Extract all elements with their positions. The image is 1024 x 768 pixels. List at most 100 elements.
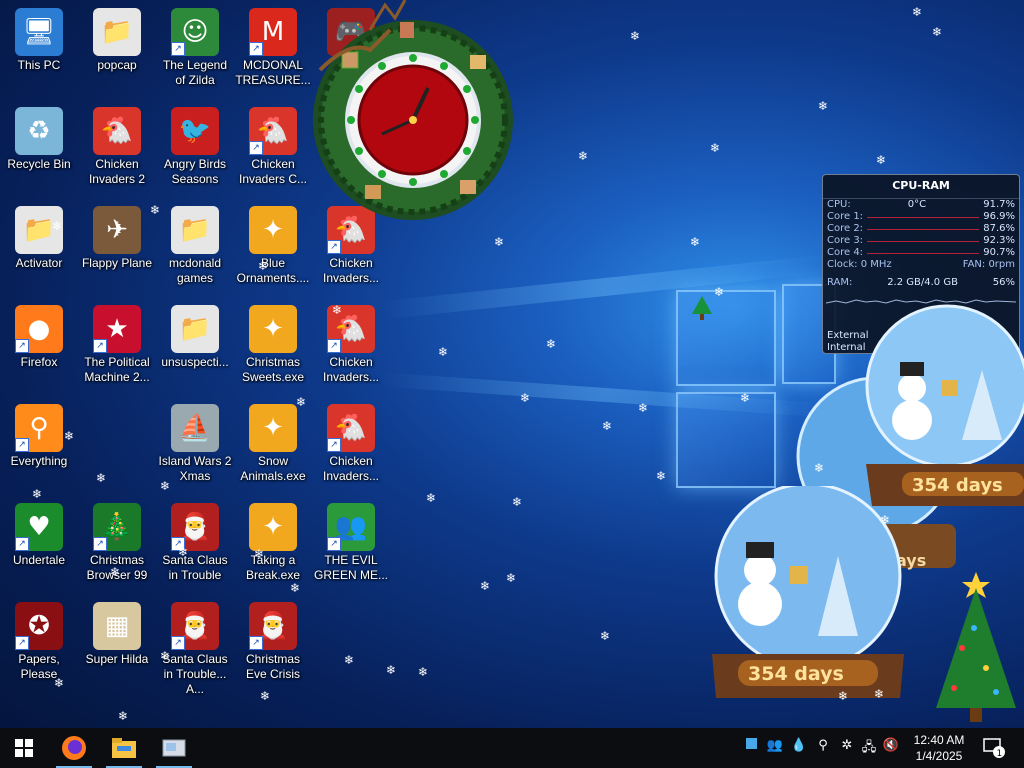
christmas-clock-gadget[interactable] [310, 0, 520, 220]
network-icon[interactable]: 🖧 [860, 738, 878, 758]
desktop-icon[interactable]: ☺ ↗ The Legend of Zilda [156, 4, 234, 98]
desktop-icon[interactable]: 👥 ↗ THE EVIL GREEN ME... [312, 499, 390, 593]
gift-icon [790, 566, 808, 584]
desktop-icon[interactable]: 🖥 This PC [0, 4, 78, 98]
desktop-icon[interactable]: ● ↗ Firefox [0, 301, 78, 395]
cursor-tree-icon [692, 296, 712, 322]
snowflake-icon: ❄ [690, 235, 701, 249]
snow-globe-gadget[interactable]: 354 days [708, 482, 908, 702]
taskbar-time: 12:40 AM [913, 733, 965, 747]
desktop-icon-label: Activator [15, 256, 63, 270]
core-row: Core 2: 87.6% [823, 223, 1019, 235]
core-label: Core 1: [827, 211, 864, 222]
snowflake-icon: ❄ [344, 653, 355, 667]
taskbar-snipping-tool[interactable] [150, 728, 198, 768]
desktop-icon[interactable]: ▦ Super Hilda [78, 598, 156, 692]
volume-muted-icon[interactable]: 🔇 [882, 738, 900, 758]
shortcut-arrow-icon: ↗ [171, 42, 185, 56]
folder-icon: 📁 [171, 206, 219, 254]
notification-icon: 1 [983, 738, 1005, 758]
santa-icon: 🎅 ↗ [171, 503, 219, 551]
desktop-icon[interactable]: ★ ↗ The Political Machine 2... [78, 301, 156, 395]
snowflake-icon: ❄ [178, 545, 189, 559]
notification-count: 1 [997, 749, 1003, 758]
desktop-icon[interactable]: 🎅 ↗ Santa Claus in Trouble [156, 499, 234, 593]
snowflake-icon: ❄ [876, 153, 887, 167]
computer-icon: 🖥 [15, 8, 63, 56]
cpu-temp: 0°C [907, 199, 927, 210]
tray-drop-icon[interactable]: 💧 [790, 738, 808, 758]
tray-square-icon[interactable] [742, 738, 760, 758]
desktop-icon-label: Everything [10, 454, 68, 468]
desktop-icon[interactable]: ✦ Blue Ornaments.... [234, 202, 312, 296]
desktop-icon[interactable]: 📁 Activator [0, 202, 78, 296]
desktop-icon-label: The Political Machine 2... [84, 355, 150, 384]
island-wars-icon: ⛵ [171, 404, 219, 452]
ram-used: 2.2 GB/4.0 GB [887, 277, 958, 288]
desktop-icon-label: Chicken Invaders... [322, 256, 380, 285]
cpu-row: CPU: 0°C 91.7% [827, 199, 1015, 210]
core-bar [867, 241, 980, 242]
tray-search-icon[interactable]: ⚲ [814, 738, 832, 758]
desktop-icon[interactable]: ♻ Recycle Bin [0, 103, 78, 197]
desktop-icon-label: Blue Ornaments.... [236, 256, 310, 285]
zilda-icon: ☺ ↗ [171, 8, 219, 56]
desktop-icon[interactable]: 🐔 Chicken Invaders 2 [78, 103, 156, 197]
desktop-icon-label: This PC [17, 58, 61, 72]
tray-snowflake-icon[interactable]: ✲ [838, 738, 856, 758]
snowflake-icon: ❄ [332, 303, 343, 317]
desktop-icon[interactable]: 🐔 ↗ Chicken Invaders C... [234, 103, 312, 197]
gift-icon [942, 380, 958, 396]
desktop-icon-label: Chicken Invaders... [322, 355, 380, 384]
shortcut-arrow-icon: ↗ [15, 537, 29, 551]
shortcut-arrow-icon: ↗ [249, 636, 263, 650]
desktop-icon[interactable]: ✪ ↗ Papers, Please [0, 598, 78, 692]
folder-icon: 📁 [93, 8, 141, 56]
desktop-icon[interactable]: ⚲ ↗ Everything [0, 400, 78, 494]
desktop-icon[interactable]: 🐦 Angry Birds Seasons [156, 103, 234, 197]
desktop-icon-label: Christmas Eve Crisis [245, 652, 300, 681]
snowflake-icon: ❄ [874, 687, 885, 701]
tray-people-icon[interactable]: 👥 [766, 738, 784, 758]
desktop-icon[interactable]: ♥ ↗ Undertale [0, 499, 78, 593]
desktop-icon[interactable]: M ↗ MCDONAL TREASURE... [234, 4, 312, 98]
shortcut-arrow-icon: ↗ [249, 42, 263, 56]
shortcut-arrow-icon: ↗ [327, 438, 341, 452]
clock-fan-row: Clock: 0 MHz FAN: 0rpm [827, 259, 1015, 270]
christmas-tree-icon: 🎄 ↗ [93, 503, 141, 551]
cpu-total: 91.7% [983, 199, 1015, 210]
snow-globe-gadget[interactable]: 354 days [862, 300, 1024, 514]
desktop-icon[interactable]: 📁 mcdonald games [156, 202, 234, 296]
desktop-icon[interactable]: ✦ Christmas Sweets.exe [234, 301, 312, 395]
papers-please-icon: ✪ ↗ [15, 602, 63, 650]
desktop-icon[interactable]: ✦ Snow Animals.exe [234, 400, 312, 494]
taskbar-firefox[interactable] [50, 728, 98, 768]
desktop-icon-label: mcdonald games [168, 256, 222, 285]
desktop-icon-label: Chicken Invaders... [322, 454, 380, 483]
desktop-icon-label: unsuspecti... [161, 355, 229, 369]
desktop-icon[interactable]: 📁 unsuspecti... [156, 301, 234, 395]
desktop-icon-label: Christmas Sweets.exe [241, 355, 305, 384]
snowman-hat-icon [900, 362, 924, 376]
desktop-icon[interactable]: 🎅 ↗ Christmas Eve Crisis [234, 598, 312, 692]
desktop-icon[interactable]: ✦ Taking a Break.exe [234, 499, 312, 593]
taskbar-clock[interactable]: 12:40 AM 1/4/2025 [900, 732, 978, 764]
desktop-icon[interactable]: 🐔 ↗ Chicken Invaders... [312, 301, 390, 395]
action-center-button[interactable]: 1 [976, 728, 1012, 768]
desktop-icon-label: Santa Claus in Trouble [162, 553, 228, 582]
desktop-icon[interactable]: 🎅 ↗ Santa Claus in Trouble... A... [156, 598, 234, 696]
core-bar [867, 217, 980, 218]
core-label: Core 4: [827, 247, 864, 258]
snowflake-icon: ❄ [150, 203, 161, 217]
desktop-icon[interactable]: ✈ Flappy Plane [78, 202, 156, 296]
taskbar-file-explorer[interactable] [100, 728, 148, 768]
christmas-tree-gadget[interactable] [926, 568, 1022, 728]
firefox-icon: ● ↗ [15, 305, 63, 353]
snowflake-icon: ❄ [96, 471, 107, 485]
snowflake-icon: ❄ [740, 391, 751, 405]
snowflake-icon: ❄ [600, 629, 611, 643]
firefox-icon [62, 736, 86, 760]
start-button[interactable] [0, 728, 48, 768]
desktop-icon[interactable]: 📁 popcap [78, 4, 156, 98]
desktop-icon[interactable]: 🐔 ↗ Chicken Invaders... [312, 400, 390, 494]
